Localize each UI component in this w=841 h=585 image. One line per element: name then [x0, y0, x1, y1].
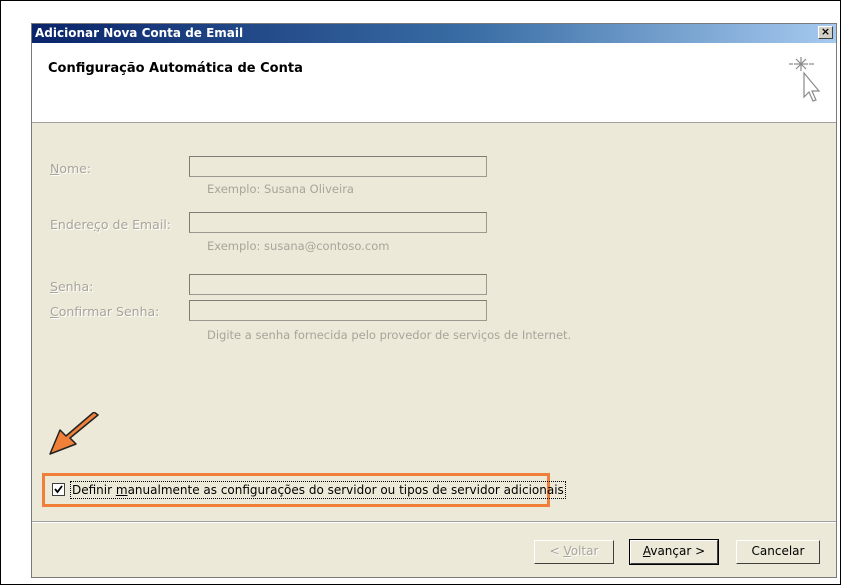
back-button[interactable]: < Voltar [534, 540, 614, 564]
confirm-password-label: Confirmar Senha: [50, 304, 160, 319]
password-hint: Digite a senha fornecida pelo provedor d… [207, 328, 572, 342]
annotation-arrow-icon [49, 412, 99, 455]
title-bar: Adicionar Nova Conta de Email × [32, 24, 836, 43]
name-hint: Exemplo: Susana Oliveira [207, 182, 354, 196]
close-button[interactable]: × [818, 26, 833, 39]
confirm-password-field[interactable] [189, 300, 487, 321]
password-label: Senha: [50, 279, 94, 294]
name-field[interactable] [189, 156, 487, 177]
page-title: Configuração Automática de Conta [48, 61, 303, 76]
next-button[interactable]: Avançar > [629, 539, 719, 565]
screenshot-frame: Adicionar Nova Conta de Email × Configur… [0, 0, 841, 585]
name-label: Nome: [50, 161, 92, 176]
email-label: Endereço de Email: [50, 217, 172, 232]
wizard-header: Configuração Automática de Conta [32, 43, 836, 123]
close-icon: × [820, 25, 831, 38]
window-title: Adicionar Nova Conta de Email [35, 26, 244, 40]
manual-config-checkbox[interactable] [52, 483, 65, 496]
manual-config-label[interactable]: Definir manualmente as configurações do … [70, 481, 566, 499]
add-email-account-dialog: Adicionar Nova Conta de Email × Configur… [31, 23, 837, 578]
cancel-button[interactable]: Cancelar [736, 540, 820, 564]
email-field[interactable] [189, 212, 487, 233]
password-field[interactable] [189, 274, 487, 295]
email-hint: Exemplo: susana@contoso.com [207, 239, 390, 253]
footer-divider [32, 521, 836, 523]
wizard-cursor-sparkle-icon [789, 57, 821, 102]
checkmark-icon [54, 485, 63, 494]
